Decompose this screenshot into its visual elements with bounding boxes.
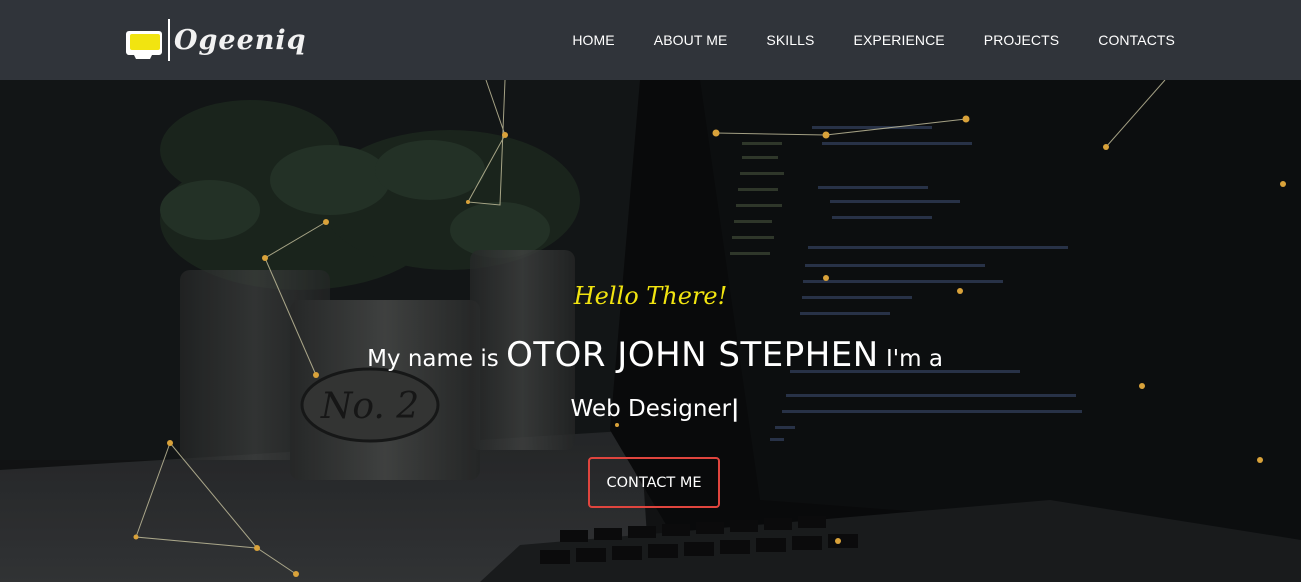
owner-name: OTOR JOHN STEPHEN — [506, 335, 879, 375]
nav-about-me[interactable]: ABOUT ME — [654, 32, 728, 48]
hero-headline: My name is OTOR JOHN STEPHEN I'm a Web D… — [330, 330, 980, 434]
intro-text: My name is — [367, 346, 499, 372]
typing-cursor: | — [731, 396, 740, 422]
greeting-text: Hello There! — [573, 282, 728, 310]
role-text: Web Designer — [570, 396, 732, 422]
nav-skills[interactable]: SKILLS — [766, 32, 814, 48]
nav-experience[interactable]: EXPERIENCE — [854, 32, 945, 48]
brand-name: Ogeeniq — [174, 24, 307, 56]
brand-logo[interactable]: Ogeeniq — [124, 14, 307, 66]
hero-section: No. 2 Hello There! My name is OTOR JOHN … — [0, 0, 1301, 582]
nav-home[interactable]: HOME — [572, 32, 614, 48]
nav-contacts[interactable]: CONTACTS — [1098, 32, 1175, 48]
contact-me-button[interactable]: CONTACT ME — [588, 457, 720, 508]
monitor-logo-icon — [124, 15, 170, 65]
main-nav: HOME ABOUT ME SKILLS EXPERIENCE PROJECTS… — [572, 0, 1175, 80]
top-navbar: Ogeeniq HOME ABOUT ME SKILLS EXPERIENCE … — [0, 0, 1301, 80]
nav-projects[interactable]: PROJECTS — [984, 32, 1059, 48]
role-prefix: I'm a — [886, 346, 943, 372]
